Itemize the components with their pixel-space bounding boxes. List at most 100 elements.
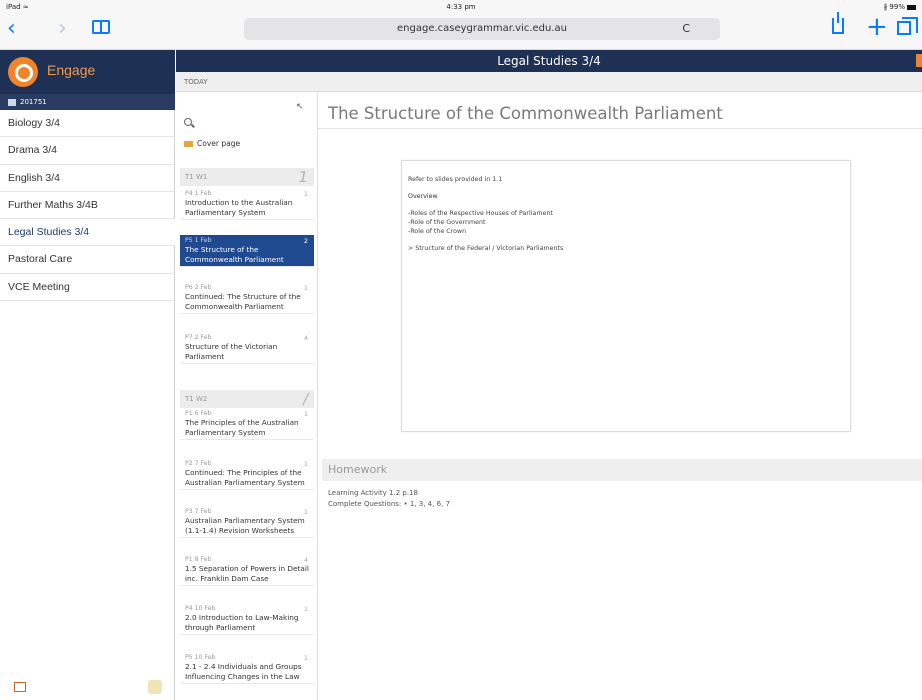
lesson-count: 1	[303, 654, 308, 662]
term-label: 201751	[20, 98, 47, 106]
page-title: Legal Studies 3/4	[497, 54, 601, 68]
today-label: TODAY	[184, 78, 208, 86]
lesson-count: 1	[303, 410, 308, 418]
engage-logo-icon	[8, 57, 38, 87]
lesson-heading: The Structure of the Commonwealth Parlia…	[328, 104, 723, 123]
homework-line: Learning Activity 1.2 p.18	[328, 489, 418, 497]
lesson-item[interactable]: P7 2 Feb 4 Structure of the Victorian Pa…	[180, 332, 314, 365]
lesson-item[interactable]: P4 10 Feb 1 2.0 Introduction to Law-Maki…	[180, 603, 314, 636]
homework-heading: Homework	[328, 463, 388, 476]
week-header: T1 W2 /	[180, 390, 314, 408]
address-bar[interactable]: engage.caseygrammar.vic.edu.au C	[244, 18, 720, 40]
lesson-item[interactable]: P5 10 Feb 1 2.1 - 2.4 Individuals and Gr…	[180, 652, 314, 685]
lesson-count: 1	[303, 605, 308, 613]
page-title-bar: Legal Studies 3/4	[176, 50, 922, 72]
settings-icon[interactable]	[148, 680, 162, 694]
brand-name: Engage	[47, 62, 96, 78]
lesson-title: 1.5 Separation of Powers in Detail inc. …	[185, 564, 309, 583]
homework-line: Complete Questions: • 1, 3, 4, 6, 7	[328, 500, 450, 508]
lesson-meta: P5 10 Feb	[185, 654, 216, 661]
lesson-count: 1	[303, 284, 308, 292]
lesson-item[interactable]: P1 6 Feb 1 The Principles of the Austral…	[180, 408, 314, 441]
battery-icon	[907, 4, 916, 10]
subject-list: Biology 3/4 Drama 3/4 English 3/4 Furthe…	[0, 110, 175, 302]
lesson-meta: P1 6 Feb	[185, 410, 212, 417]
brand-header: Engage	[0, 50, 175, 94]
back-icon[interactable]: ‹	[7, 16, 16, 41]
new-tab-icon[interactable]: +	[866, 12, 888, 42]
lesson-meta: P4 10 Feb	[185, 605, 216, 612]
lesson-title: Continued: The Structure of the Commonwe…	[185, 292, 301, 311]
week-label: T1 W2	[185, 395, 208, 403]
notes-overview-heading: Overview	[408, 193, 438, 200]
lesson-item[interactable]: P3 7 Feb 1 Australian Parliamentary Syst…	[180, 506, 314, 539]
calendar-icon	[8, 98, 16, 106]
status-bar: iPad ≈ 4:33 pm ∦ 99%	[0, 0, 922, 14]
lesson-meta: P7 2 Feb	[185, 334, 212, 341]
url-text: engage.caseygrammar.vic.edu.au	[397, 23, 567, 34]
lesson-meta: P1 8 Feb	[185, 556, 212, 563]
sidebar-item-english[interactable]: English 3/4	[0, 165, 175, 192]
forward-icon[interactable]: ›	[58, 16, 67, 41]
sidebar-item-drama[interactable]: Drama 3/4	[0, 137, 175, 165]
term-selector[interactable]: 201751	[0, 94, 175, 110]
lesson-title: 2.0 Introduction to Law-Making through P…	[185, 613, 299, 632]
homework-header: Homework	[322, 459, 922, 481]
lesson-item-selected[interactable]: P5 1 Feb 2 The Structure of the Commonwe…	[180, 235, 314, 268]
lesson-title: The Principles of the Australian Parliam…	[185, 418, 299, 437]
logout-icon[interactable]	[14, 682, 26, 692]
battery-indicator: ∦ 99%	[884, 3, 916, 11]
share-icon[interactable]	[832, 12, 844, 34]
search-icon[interactable]	[184, 118, 192, 126]
week-label: T1 W1	[185, 173, 208, 181]
lesson-item[interactable]: P1 8 Feb 4 1.5 Separation of Powers in D…	[180, 554, 314, 587]
lesson-item[interactable]: P6 2 Feb 1 Continued: The Structure of t…	[180, 282, 314, 315]
reload-icon[interactable]: C	[682, 18, 690, 40]
notes-line: -Role of the Government	[408, 219, 486, 226]
lesson-title: Introduction to the Australian Parliamen…	[185, 198, 293, 217]
tabs-icon[interactable]	[897, 17, 918, 35]
sidebar-item-further-maths[interactable]: Further Maths 3/4B	[0, 192, 175, 220]
bookmarks-icon[interactable]	[92, 20, 110, 34]
divider	[318, 128, 922, 129]
lesson-count: 4	[303, 334, 308, 342]
lesson-meta: P4 1 Feb	[185, 190, 212, 197]
lesson-title: Australian Parliamentary System (1.1-1.4…	[185, 516, 305, 535]
week-number: 1	[298, 168, 308, 186]
cover-page-link[interactable]: Cover page	[184, 139, 240, 148]
cover-page-label: Cover page	[197, 139, 241, 148]
subject-sidebar: Engage 201751 Biology 3/4 Drama 3/4 Engl…	[0, 50, 175, 700]
sidebar-item-biology[interactable]: Biology 3/4	[0, 110, 175, 138]
lesson-meta: P6 2 Feb	[185, 284, 212, 291]
notes-line: -Roles of the Respective Houses of Parli…	[408, 210, 553, 217]
browser-toolbar: ‹ › engage.caseygrammar.vic.edu.au C +	[0, 12, 922, 50]
battery-label: ∦ 99%	[883, 3, 905, 11]
lesson-meta: P2 7 Feb	[185, 460, 212, 467]
sidebar-item-vce-meeting[interactable]: VCE Meeting	[0, 274, 175, 302]
lesson-count: 2	[303, 237, 308, 245]
notes-structure-line: > Structure of the Federal / Victorian P…	[408, 245, 564, 252]
homework-body: Learning Activity 1.2 p.18 Complete Ques…	[328, 488, 450, 510]
lesson-count: 1	[303, 508, 308, 516]
lesson-count: 1	[303, 190, 308, 198]
sidebar-item-legal-studies[interactable]: Legal Studies 3/4	[0, 219, 175, 247]
clock: 4:33 pm	[446, 3, 476, 11]
week-header: T1 W1 1	[180, 168, 314, 186]
folder-icon	[184, 141, 193, 147]
lesson-count: 4	[303, 556, 308, 564]
lesson-count: 1	[303, 460, 308, 468]
lesson-meta: P5 1 Feb	[185, 237, 212, 244]
lesson-meta: P3 7 Feb	[185, 508, 212, 515]
lesson-title: 2.1 - 2.4 Individuals and Groups Influen…	[185, 662, 302, 681]
today-bar[interactable]: TODAY	[176, 72, 922, 92]
sidebar-item-pastoral-care[interactable]: Pastoral Care	[0, 246, 175, 274]
orange-marker	[916, 54, 922, 67]
lesson-notes: Refer to slides provided in 1.1 Overview…	[401, 160, 851, 432]
notes-reference: Refer to slides provided in 1.1	[408, 176, 503, 183]
collapse-icon[interactable]: ↖	[296, 102, 304, 112]
lesson-item[interactable]: P2 7 Feb 1 Continued: The Principles of …	[180, 458, 314, 491]
lesson-item[interactable]: P4 1 Feb 1 Introduction to the Australia…	[180, 188, 314, 221]
